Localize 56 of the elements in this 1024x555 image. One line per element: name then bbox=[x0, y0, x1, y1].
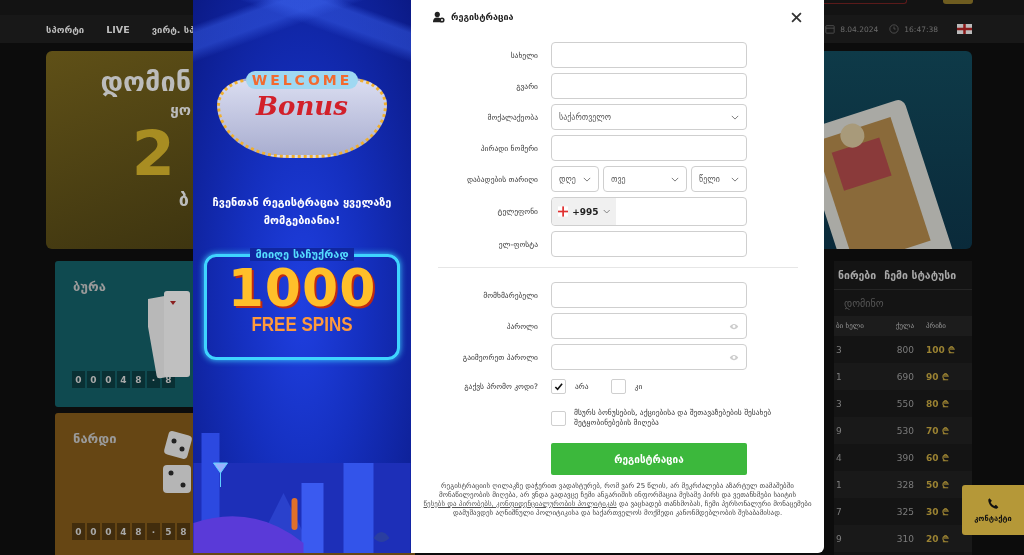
table-cell-text: 3 bbox=[835, 344, 843, 355]
dropdown-value: საქართველო bbox=[559, 112, 612, 122]
table-cell-text: 325 bbox=[895, 506, 915, 517]
counter-digit: 8 bbox=[132, 523, 145, 540]
table-cell-text: 9 bbox=[835, 425, 843, 436]
dropdown-placeholder: დღე bbox=[559, 174, 576, 184]
counter-digit: 0 bbox=[87, 523, 100, 540]
table-cell-text: 690 bbox=[895, 371, 915, 382]
counter-digit: · bbox=[147, 523, 160, 540]
table-cell-text: 7 bbox=[835, 506, 843, 517]
promo-headline: ჩვენთან რეგისტრაცია ყველაზე მომგებიანია! bbox=[211, 195, 393, 229]
table-cell-text: 1 bbox=[835, 371, 843, 382]
sign-heading: WELCOME bbox=[245, 71, 359, 89]
counter-digit: 5 bbox=[162, 523, 175, 540]
prize-cell-text: 100 ₾ bbox=[926, 344, 956, 356]
counter-digit: 4 bbox=[117, 523, 130, 540]
table-cell-text: 390 bbox=[895, 452, 915, 463]
table-cell-text: 9 bbox=[835, 533, 843, 544]
offer-unit: FREE SPINS bbox=[251, 313, 353, 337]
counter-digit: 0 bbox=[72, 371, 85, 388]
table-cell-text: 1 bbox=[835, 479, 843, 490]
table-cell-text: 3 bbox=[835, 398, 843, 409]
counter-digit: 0 bbox=[72, 523, 85, 540]
counter-digit: 8 bbox=[177, 523, 190, 540]
counter-digit: 4 bbox=[117, 371, 130, 388]
dialog-title: რეგისტრაცია bbox=[451, 12, 514, 22]
country-code: +995 bbox=[572, 206, 599, 217]
prize-cell-text: 90 ₾ bbox=[926, 371, 950, 383]
sign-text: Bonus bbox=[256, 90, 348, 123]
counter-digit: 0 bbox=[102, 371, 115, 388]
table-cell-text: 310 bbox=[895, 533, 915, 544]
prize-cell-text: 30 ₾ bbox=[926, 506, 950, 518]
table-cell-text: 530 bbox=[895, 425, 915, 436]
table-cell-text: 550 bbox=[895, 398, 915, 409]
offer-amount: 1000 bbox=[227, 261, 377, 315]
table-cell-text: 4 bbox=[835, 452, 843, 463]
counter-digit: 8 bbox=[132, 371, 145, 388]
dropdown-placeholder: წელი bbox=[699, 174, 720, 184]
banner-title: დომინ bbox=[100, 65, 192, 99]
banner-subtitle: ყო bbox=[170, 101, 192, 119]
prize-cell-text: 80 ₾ bbox=[926, 398, 950, 410]
game-title: ნარდი bbox=[73, 431, 117, 446]
table-cell-text: 800 bbox=[895, 344, 915, 355]
prize-cell-text: 20 ₾ bbox=[926, 533, 950, 545]
game-title: ბურა bbox=[73, 279, 106, 294]
banner-caption: ბ bbox=[178, 189, 190, 210]
offer-label: მიიღე საჩუქრად bbox=[250, 248, 354, 261]
counter-digit: 0 bbox=[102, 523, 115, 540]
banner-number: 2 bbox=[131, 119, 175, 189]
counter-digit: 0 bbox=[87, 371, 100, 388]
table-cell-text: 328 bbox=[895, 479, 915, 490]
prize-cell-text: 60 ₾ bbox=[926, 452, 950, 464]
prize-cell-text: 70 ₾ bbox=[926, 425, 950, 437]
prize-cell-text: 50 ₾ bbox=[926, 479, 950, 491]
game-name: დომინო bbox=[843, 297, 885, 312]
dropdown-placeholder: თვე bbox=[611, 174, 626, 184]
